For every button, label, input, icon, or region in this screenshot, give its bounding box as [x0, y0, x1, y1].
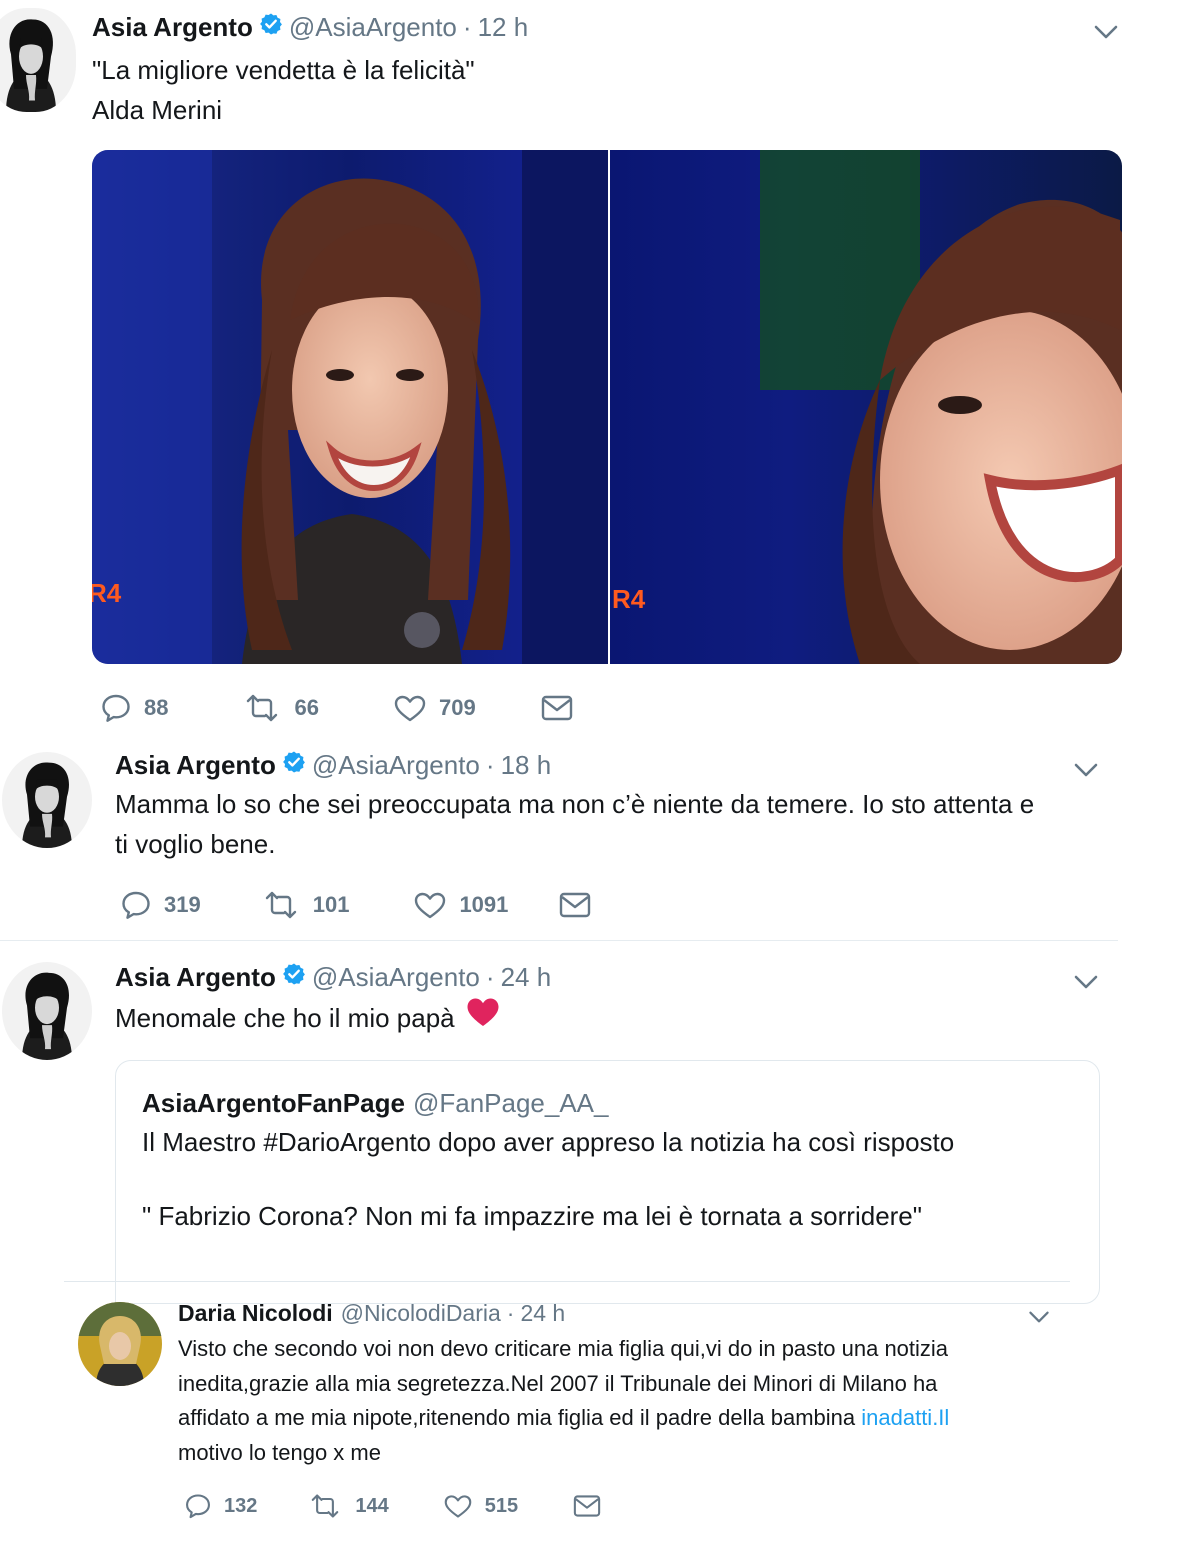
verified-badge-icon [282, 750, 306, 781]
timestamp[interactable]: 24 h [520, 1300, 565, 1327]
timestamp[interactable]: 24 h [501, 962, 552, 993]
like-icon [413, 889, 447, 921]
separator-dot: · [485, 750, 495, 780]
reply-button[interactable]: 319 [120, 889, 201, 921]
timestamp[interactable]: 12 h [478, 12, 529, 43]
media-photo-left[interactable]: R4 [92, 150, 608, 664]
tweet-header: Asia Argento @AsiaArgento · 24 h [115, 962, 551, 993]
author-handle[interactable]: @NicolodiDaria [341, 1300, 501, 1327]
separator-dot: · [485, 962, 495, 992]
tweet-1: Asia Argento @AsiaArgento · 12 h "La mig… [0, 0, 1180, 740]
tweet-text: Mamma lo so che sei preoccupata ma non c… [115, 784, 1034, 864]
reply-icon [184, 1492, 212, 1520]
reply-icon [120, 889, 152, 921]
chevron-down-icon[interactable] [1072, 760, 1100, 780]
quoted-text-line: " Fabrizio Corona? Non mi fa impazzire m… [142, 1201, 922, 1231]
chevron-down-icon[interactable] [1092, 22, 1120, 42]
avatar[interactable] [78, 1302, 162, 1386]
retweet-button[interactable]: 66 [242, 692, 319, 724]
channel-logo: R4 [612, 584, 646, 614]
quoted-author-name[interactable]: AsiaArgentoFanPage [142, 1088, 405, 1119]
retweet-icon [261, 889, 301, 921]
reply-icon [100, 692, 132, 724]
author-name[interactable]: Asia Argento [115, 750, 276, 781]
retweet-count: 101 [312, 892, 350, 917]
verified-badge-icon [259, 12, 283, 43]
reply-button[interactable]: 132 [184, 1492, 257, 1520]
author-name[interactable]: Asia Argento [92, 12, 253, 43]
author-handle[interactable]: @AsiaArgento [289, 12, 457, 43]
tweet-text-line: "La migliore vendetta è la felicità" [92, 55, 475, 85]
retweet-icon [307, 1492, 343, 1520]
retweet-icon [242, 692, 282, 724]
like-icon [393, 692, 427, 724]
avatar[interactable] [2, 962, 92, 1060]
media-photo-right[interactable]: R4 [610, 150, 1122, 664]
like-button[interactable]: 1091 [413, 889, 508, 921]
tweet-header: Asia Argento @AsiaArgento · 12 h [92, 12, 528, 43]
tweet-text-line: Mamma lo so che sei preoccupata ma non c… [115, 789, 1035, 819]
divider [0, 940, 1118, 941]
retweet-count: 66 [294, 695, 319, 720]
separator-dot: · [506, 1300, 515, 1326]
quoted-tweet-text: Il Maestro #DarioArgento dopo aver appre… [142, 1122, 954, 1236]
tweet-text-line: inedita,grazie alla mia segretezza.Nel 2… [178, 1370, 938, 1396]
dm-icon [572, 1493, 602, 1519]
like-icon [443, 1492, 473, 1520]
avatar[interactable] [0, 8, 76, 112]
tweet-text-line: Alda Merini [92, 95, 223, 125]
reply-count: 132 [224, 1494, 258, 1517]
quoted-author-handle[interactable]: @FanPage_AA_ [413, 1088, 609, 1119]
tweet-text-line: Visto che secondo voi non devo criticare… [178, 1336, 949, 1361]
tweet-text-line: Menomale che ho il mio papà [115, 1002, 455, 1033]
like-button[interactable]: 709 [393, 692, 476, 724]
author-handle[interactable]: @AsiaArgento [312, 962, 480, 993]
chevron-down-icon[interactable] [1072, 972, 1100, 992]
tweet-header: Asia Argento @AsiaArgento · 18 h [115, 750, 551, 781]
tweet-text: "La migliore vendetta è la felicità" Ald… [92, 50, 475, 130]
quoted-tweet-header: AsiaArgentoFanPage @FanPage_AA_ [142, 1088, 608, 1119]
channel-logo: R4 [92, 578, 122, 608]
avatar[interactable] [2, 752, 92, 848]
direct-message-button[interactable] [572, 1493, 602, 1519]
reply-count: 88 [144, 695, 169, 720]
tweet-3: Asia Argento @AsiaArgento · 24 h Menomal… [0, 942, 1180, 1304]
retweet-button[interactable]: 144 [307, 1492, 389, 1520]
tweet-header: Daria Nicolodi @NicolodiDaria · 24 h [178, 1300, 565, 1327]
tweet-text: Visto che secondo voi non devo criticare… [178, 1332, 949, 1470]
retweet-button[interactable]: 101 [261, 889, 350, 921]
dm-icon [558, 890, 592, 920]
tweet-text-line: ti voglio bene. [115, 829, 276, 859]
direct-message-button[interactable] [558, 890, 592, 920]
author-handle[interactable]: @AsiaArgento [312, 750, 480, 781]
tweet-2: Asia Argento @AsiaArgento · 18 h Mamma l… [0, 740, 1180, 940]
tweet-actions: 88 66 709 [100, 692, 574, 724]
author-name[interactable]: Asia Argento [115, 962, 276, 993]
verified-badge-icon [282, 962, 306, 993]
timestamp[interactable]: 18 h [501, 750, 552, 781]
red-heart-emoji [465, 996, 501, 1039]
tweet-text-line: motivo lo tengo x me [178, 1439, 381, 1465]
retweet-count: 144 [355, 1494, 389, 1517]
tweet-text-line: affidato a me mia nipote,ritenendo mia f… [178, 1405, 862, 1430]
author-name[interactable]: Daria Nicolodi [178, 1300, 333, 1327]
tweet-link[interactable]: inadatti.Il [861, 1405, 949, 1430]
direct-message-button[interactable] [540, 693, 574, 723]
separator-dot: · [462, 12, 472, 42]
tweet-4: Daria Nicolodi @NicolodiDaria · 24 h Vis… [0, 1282, 1180, 1564]
like-button[interactable]: 515 [443, 1492, 518, 1520]
tweet-actions: 132 144 515 [184, 1492, 602, 1520]
reply-count: 319 [164, 892, 201, 917]
reply-button[interactable]: 88 [100, 692, 168, 724]
quoted-text-line: Il Maestro #DarioArgento dopo aver appre… [142, 1127, 955, 1157]
like-count: 1091 [459, 892, 509, 917]
chevron-down-icon[interactable] [1027, 1308, 1055, 1328]
like-count: 515 [484, 1494, 519, 1517]
like-count: 709 [438, 695, 476, 720]
dm-icon [540, 693, 574, 723]
tweet-text: Menomale che ho il mio papà [115, 996, 501, 1039]
tweet-actions: 319 101 1091 [120, 889, 592, 921]
